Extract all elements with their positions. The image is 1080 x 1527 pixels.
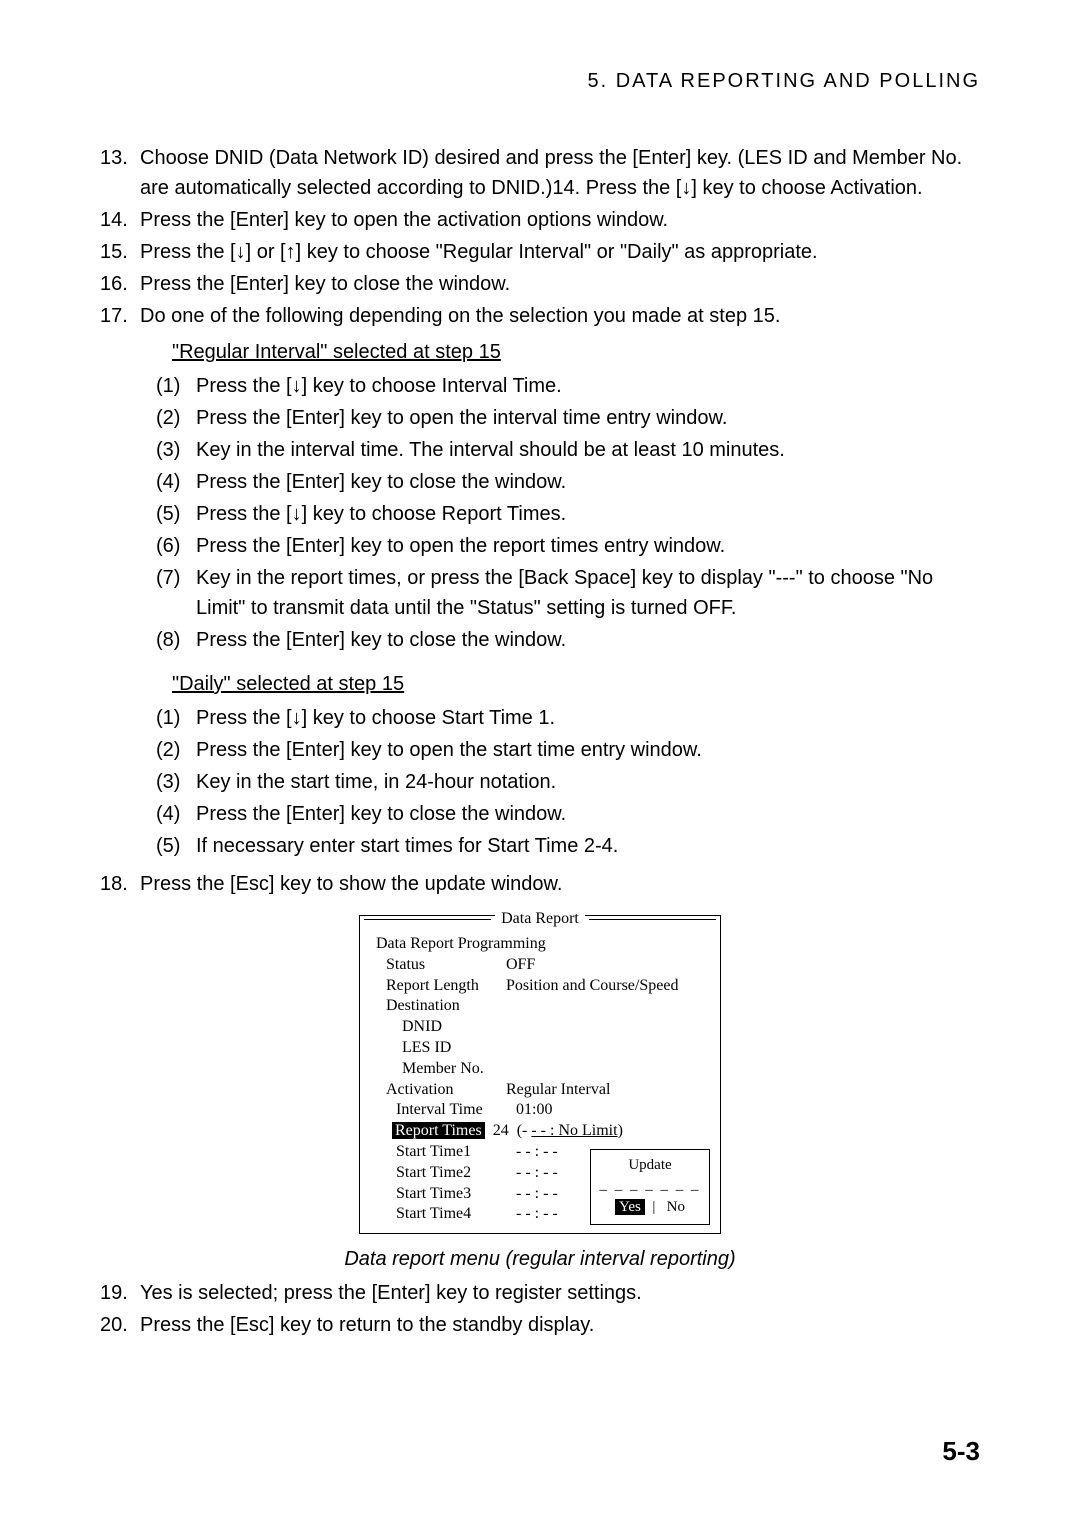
value-report-times: 24 (- - - : No Limit) [485,1121,712,1142]
divider [589,919,716,920]
sub-num: (1) [156,703,196,733]
sub-text: Key in the interval time. The interval s… [196,435,980,465]
step-num: 17. [100,301,136,331]
data-report-dialog: Data Report Data Report Programming Stat… [359,915,721,1234]
sub-text: Press the [Enter] key to open the interv… [196,403,980,433]
divider [364,919,491,920]
sub-num: (2) [156,403,196,433]
label-report-length: Report Length [368,976,506,997]
label-status: Status [368,955,506,976]
sub-num: (4) [156,467,196,497]
label-destination: Destination [368,996,506,1017]
substep-b2: (2) Press the [Enter] key to open the st… [156,735,980,765]
sub-num: (3) [156,435,196,465]
step-15: 15. Press the [↓] or [↑] key to choose "… [100,237,980,267]
button-separator: | [649,1199,663,1215]
sub-text: Press the [↓] key to choose Interval Tim… [196,371,980,401]
step-text: Choose DNID (Data Network ID) desired an… [136,143,980,203]
sub-text: Press the [Enter] key to open the report… [196,531,980,561]
value-interval-time: 01:00 [516,1100,712,1121]
label-start-time2: Start Time2 [368,1163,516,1184]
step-num: 20. [100,1310,136,1340]
dialog-title: Data Report [495,907,585,931]
step-13: 13. Choose DNID (Data Network ID) desire… [100,143,980,203]
step-16: 16. Press the [Enter] key to close the w… [100,269,980,299]
label-activation: Activation [368,1080,506,1101]
label-start-time1: Start Time1 [368,1142,516,1163]
label-dnid: DNID [368,1017,522,1038]
value-status: OFF [506,955,712,976]
sub-text: Press the [↓] key to choose Start Time 1… [196,703,980,733]
sub-num: (1) [156,371,196,401]
label-member-no: Member No. [368,1059,542,1080]
substep-a4: (4) Press the [Enter] key to close the w… [156,467,980,497]
step-17: 17. Do one of the following depending on… [100,301,980,331]
substep-a8: (8) Press the [Enter] key to close the w… [156,625,980,655]
sub-text: Key in the start time, in 24-hour notati… [196,767,980,797]
update-popup: Update _ _ _ _ _ _ _ Yes | No [590,1149,710,1225]
page-header: 5. DATA REPORTING AND POLLING [100,70,980,93]
sub-num: (4) [156,799,196,829]
divider: _ _ _ _ _ _ _ [597,1181,703,1190]
sub-num: (2) [156,735,196,765]
sub-text: Key in the report times, or press the [B… [196,563,980,623]
step-18: 18. Press the [Esc] key to show the upda… [100,869,980,899]
step-14: 14. Press the [Enter] key to open the ac… [100,205,980,235]
substep-b1: (1) Press the [↓] key to choose Start Ti… [156,703,980,733]
no-button[interactable]: No [667,1199,685,1215]
sub-text: Press the [Enter] key to open the start … [196,735,980,765]
value-close-paren: ) [618,1122,623,1139]
substep-a1: (1) Press the [↓] key to choose Interval… [156,371,980,401]
step-19: 19. Yes is selected; press the [Enter] k… [100,1278,980,1308]
value-no-limit: - - : No Limit [531,1122,617,1139]
substep-a6: (6) Press the [Enter] key to open the re… [156,531,980,561]
page-number: 5-3 [942,1436,980,1467]
sub-num: (5) [156,831,196,861]
step-text: Press the [↓] or [↑] key to choose "Regu… [136,237,980,267]
sub-num: (8) [156,625,196,655]
substep-a3: (3) Key in the interval time. The interv… [156,435,980,465]
step-text: Press the [Esc] key to return to the sta… [136,1310,980,1340]
value-report-length: Position and Course/Speed [506,976,712,997]
sub-text: Press the [Enter] key to close the windo… [196,467,980,497]
step-text: Press the [Enter] key to close the windo… [136,269,980,299]
label-les-id: LES ID [368,1038,522,1059]
substep-b3: (3) Key in the start time, in 24-hour no… [156,767,980,797]
step-num: 18. [100,869,136,899]
value-activation: Regular Interval [506,1080,712,1101]
dialog-heading: Data Report Programming [368,934,712,955]
step-text: Press the [Enter] key to open the activa… [136,205,980,235]
value-report-times-num: 24 (- [485,1122,532,1139]
step-num: 16. [100,269,136,299]
substep-a5: (5) Press the [↓] key to choose Report T… [156,499,980,529]
step-num: 14. [100,205,136,235]
substep-a7: (7) Key in the report times, or press th… [156,563,980,623]
label-start-time3: Start Time3 [368,1184,516,1205]
sub-num: (5) [156,499,196,529]
sub-text: If necessary enter start times for Start… [196,831,980,861]
sub-num: (6) [156,531,196,561]
substep-b5: (5) If necessary enter start times for S… [156,831,980,861]
step-num: 13. [100,143,136,203]
step-num: 19. [100,1278,136,1308]
sub-num: (3) [156,767,196,797]
step-text: Yes is selected; press the [Enter] key t… [136,1278,980,1308]
sub-text: Press the [Enter] key to close the windo… [196,799,980,829]
figure-caption: Data report menu (regular interval repor… [344,1244,735,1274]
step-text: Press the [Esc] key to show the update w… [136,869,980,899]
step-num: 15. [100,237,136,267]
step-20: 20. Press the [Esc] key to return to the… [100,1310,980,1340]
subheading-daily: "Daily" selected at step 15 [172,669,980,699]
label-interval-time: Interval Time [368,1100,516,1121]
sub-text: Press the [↓] key to choose Report Times… [196,499,980,529]
subheading-regular: "Regular Interval" selected at step 15 [172,337,980,367]
substep-b4: (4) Press the [Enter] key to close the w… [156,799,980,829]
step-text: Do one of the following depending on the… [136,301,980,331]
sub-text: Press the [Enter] key to close the windo… [196,625,980,655]
label-start-time4: Start Time4 [368,1204,516,1225]
label-report-times-selected: Report Times [392,1122,485,1139]
substep-a2: (2) Press the [Enter] key to open the in… [156,403,980,433]
sub-num: (7) [156,563,196,623]
yes-button[interactable]: Yes [615,1199,645,1215]
